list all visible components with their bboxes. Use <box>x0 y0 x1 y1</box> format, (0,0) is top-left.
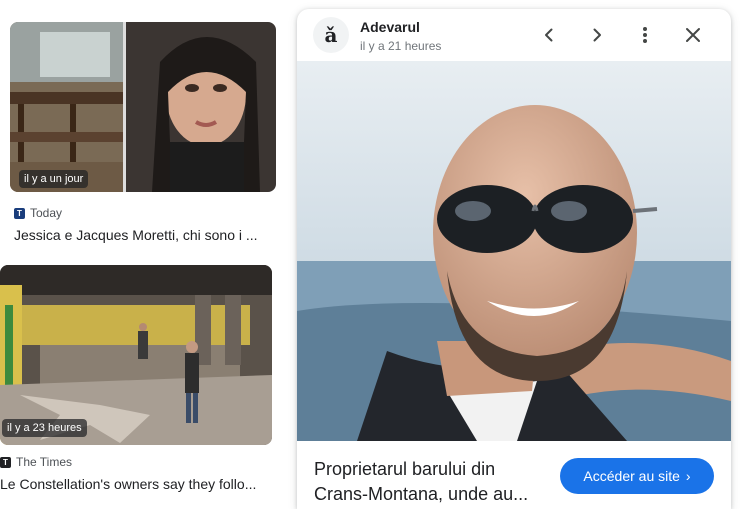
result-source[interactable]: T Today <box>14 206 276 220</box>
source-name: The Times <box>16 455 73 469</box>
source-name: Today <box>30 206 63 220</box>
preview-image[interactable] <box>297 61 731 441</box>
result-thumbnail[interactable]: il y a un jour <box>10 22 276 192</box>
preview-header: ǎ Adevarul il y a 21 heures <box>297 9 731 61</box>
previous-button[interactable] <box>535 21 563 49</box>
next-button[interactable] <box>583 21 611 49</box>
results-column: il y a un jour T Today Jessica e Jacques… <box>0 0 290 509</box>
more-vert-icon <box>643 27 647 43</box>
article-title[interactable]: Proprietarul barului din Crans-Montana, … <box>314 457 554 507</box>
more-options-button[interactable] <box>631 21 659 49</box>
result-time-chip: il y a un jour <box>19 170 89 188</box>
close-icon <box>686 28 700 42</box>
image-search-page: il y a un jour T Today Jessica e Jacques… <box>0 0 741 509</box>
publish-time: il y a 21 heures <box>360 39 442 53</box>
image-preview-panel: ǎ Adevarul il y a 21 heures Proprietarul… <box>297 9 731 509</box>
result-time-chip: il y a 23 heures <box>2 419 87 437</box>
visit-site-button[interactable]: Accéder au site › <box>560 458 714 494</box>
source-logo-icon: T <box>0 456 11 468</box>
preview-footer: Proprietarul barului din Crans-Montana, … <box>297 441 731 509</box>
result-card[interactable]: il y a 23 heures T The Times Le Constell… <box>0 265 272 493</box>
chevron-left-icon <box>545 28 553 42</box>
visit-site-label: Accéder au site <box>583 468 680 484</box>
result-source[interactable]: T The Times <box>0 455 272 469</box>
thumbnail-image <box>0 265 272 445</box>
result-thumbnail[interactable]: il y a 23 heures <box>0 265 272 445</box>
preview-photo <box>297 61 731 441</box>
publisher-name[interactable]: Adevarul <box>360 19 420 35</box>
close-button[interactable] <box>679 21 707 49</box>
thumbnail-image <box>10 22 276 192</box>
result-card[interactable]: il y a un jour T Today Jessica e Jacques… <box>10 22 276 244</box>
chevron-right-icon <box>593 28 601 42</box>
source-logo-icon: T <box>14 207 25 219</box>
result-headline[interactable]: Le Constellation's owners say they follo… <box>0 475 268 493</box>
chevron-right-icon: › <box>685 468 691 484</box>
result-headline[interactable]: Jessica e Jacques Moretti, chi sono i ..… <box>14 226 276 244</box>
publisher-logo[interactable]: ǎ <box>313 17 349 53</box>
